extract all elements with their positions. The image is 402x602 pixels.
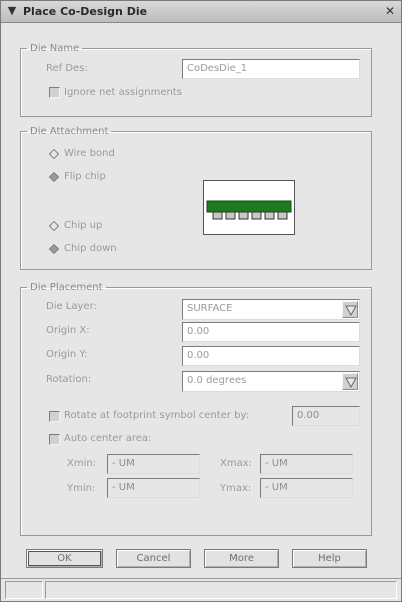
rotation-value: 0.0 degrees — [187, 375, 247, 386]
die-name-group: Die Name — [20, 43, 372, 117]
wire-bond-radio[interactable] — [49, 149, 59, 159]
ymax-field[interactable]: - UM — [260, 478, 353, 498]
chip-up-label: Chip up — [64, 220, 103, 231]
die-attachment-legend: Die Attachment — [30, 126, 109, 137]
ymin-label: Ymin: — [67, 483, 96, 494]
window-title: Place Co-Design Die — [23, 5, 148, 18]
rotate-at-center-checkbox[interactable] — [49, 411, 60, 422]
ok-button[interactable]: OK — [26, 549, 103, 568]
more-button[interactable]: More — [204, 549, 279, 568]
die-layer-value: SURFACE — [187, 303, 233, 314]
chip-down-radio[interactable] — [49, 244, 59, 254]
origin-y-label: Origin Y: — [46, 349, 88, 360]
ymin-field[interactable]: - UM — [107, 478, 200, 498]
chip-down-label: Chip down — [64, 243, 117, 254]
xmin-label: Xmin: — [67, 458, 97, 469]
die-placement-legend: Die Placement — [30, 282, 103, 293]
chip-up-radio[interactable] — [49, 221, 59, 231]
window-menu-icon[interactable]: ▼ — [5, 4, 19, 18]
flip-chip-radio[interactable] — [49, 172, 59, 182]
ignore-net-label: Ignore net assignments — [64, 87, 182, 98]
origin-x-field[interactable]: 0.00 — [182, 322, 360, 342]
close-icon[interactable]: ✕ — [383, 4, 397, 18]
status-bar — [1, 578, 401, 601]
dropdown-arrow-icon[interactable] — [342, 373, 358, 390]
ignore-net-checkbox[interactable] — [49, 87, 60, 98]
xmax-field[interactable]: - UM — [260, 454, 353, 474]
status-cell-main — [45, 581, 397, 599]
dropdown-arrow-icon[interactable] — [342, 301, 358, 318]
origin-x-label: Origin X: — [46, 325, 90, 336]
xmin-field[interactable]: - UM — [107, 454, 200, 474]
die-layer-dropdown[interactable]: SURFACE — [182, 299, 360, 320]
place-co-design-die-dialog: ▼ Place Co-Design Die ✕ Die Name Ref Des… — [0, 0, 402, 602]
die-name-legend: Die Name — [30, 43, 80, 54]
auto-center-checkbox[interactable] — [49, 434, 60, 445]
die-layer-label: Die Layer: — [46, 301, 97, 312]
title-bar[interactable]: ▼ Place Co-Design Die ✕ — [1, 1, 401, 23]
wire-bond-label: Wire bond — [64, 148, 115, 159]
status-cell-left — [5, 581, 43, 599]
rotate-by-field[interactable]: 0.00 — [292, 406, 360, 426]
flip-chip-die-icon — [206, 200, 292, 220]
ref-des-label: Ref Des: — [46, 63, 88, 74]
die-preview-image — [203, 180, 295, 235]
xmax-label: Xmax: — [220, 458, 253, 469]
origin-y-field[interactable]: 0.00 — [182, 346, 360, 366]
help-button[interactable]: Help — [292, 549, 367, 568]
ymax-label: Ymax: — [220, 483, 252, 494]
flip-chip-label: Flip chip — [64, 171, 106, 182]
rotate-at-center-label: Rotate at footprint symbol center by: — [64, 410, 250, 421]
rotation-dropdown[interactable]: 0.0 degrees — [182, 371, 360, 392]
ref-des-field[interactable]: CoDesDie_1 — [182, 59, 360, 79]
rotation-label: Rotation: — [46, 374, 92, 385]
auto-center-label: Auto center area: — [64, 433, 152, 444]
cancel-button[interactable]: Cancel — [116, 549, 191, 568]
